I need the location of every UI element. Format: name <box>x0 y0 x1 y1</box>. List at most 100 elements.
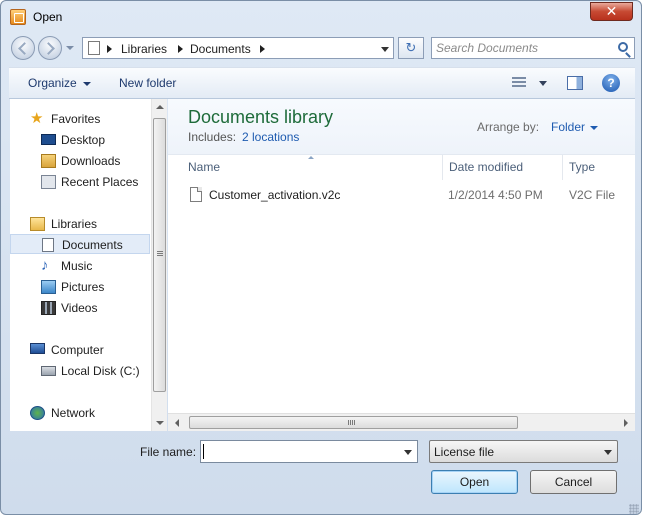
network-globe-icon <box>30 406 45 420</box>
chevron-down-icon <box>590 125 599 130</box>
sidebar-item-label: Pictures <box>61 280 105 294</box>
type-cell: V2C File <box>569 188 616 202</box>
file-name-combo[interactable] <box>200 440 418 463</box>
scrollbar-thumb[interactable] <box>189 416 518 429</box>
sidebar-item-label: Libraries <box>51 217 98 231</box>
arrange-by-dropdown[interactable]: Folder <box>551 120 599 134</box>
organize-label: Organize <box>28 76 77 90</box>
sidebar-item-local-disk[interactable]: Local Disk (C:) <box>10 361 150 381</box>
sidebar-item-videos[interactable]: Videos <box>10 298 150 318</box>
new-folder-button[interactable]: New folder <box>119 76 176 90</box>
documents-icon <box>88 41 100 55</box>
window-title: Open <box>33 10 63 24</box>
star-icon: ★ <box>30 110 44 127</box>
sidebar-item-documents[interactable]: Documents <box>10 234 150 254</box>
forward-button[interactable] <box>38 36 62 60</box>
chevron-down-icon <box>604 450 612 455</box>
column-header-name[interactable]: Name <box>182 155 443 180</box>
locations-link[interactable]: 2 locations <box>242 130 299 144</box>
address-bar[interactable]: Libraries Documents <box>82 37 394 59</box>
music-note-icon: ♪ <box>41 257 49 274</box>
library-title: Documents library <box>188 107 334 127</box>
recent-pages-chevron-down-icon[interactable] <box>66 46 74 50</box>
downloads-folder-icon <box>41 154 56 168</box>
libraries-icon <box>30 217 45 231</box>
scrollbar-grip-icon <box>157 251 163 257</box>
desktop-icon <box>41 134 56 145</box>
recent-places-icon <box>41 175 56 189</box>
sidebar-item-label: Computer <box>51 343 104 357</box>
scrollbar-grip-icon <box>348 420 355 425</box>
sidebar-item-label: Network <box>51 406 96 420</box>
arrange-by-label: Arrange by: <box>477 120 540 134</box>
file-type-value: License file <box>434 445 495 459</box>
organize-button[interactable]: Organize <box>28 76 91 90</box>
scrollbar-thumb[interactable] <box>153 118 166 392</box>
scroll-up-arrow-icon[interactable] <box>156 105 164 109</box>
sidebar-item-label: Music <box>61 259 93 273</box>
address-dropdown-icon[interactable] <box>381 47 389 52</box>
title-bar: Open ✕ <box>1 1 641 31</box>
view-details-icon[interactable] <box>512 77 526 89</box>
film-strip-icon <box>41 301 56 315</box>
scroll-left-arrow-icon[interactable] <box>175 419 179 427</box>
breadcrumb-arrow-icon[interactable] <box>260 45 265 53</box>
sidebar-item-pictures[interactable]: Pictures <box>10 277 150 297</box>
computer-icon <box>30 343 45 354</box>
view-options-chevron-down-icon[interactable] <box>539 81 547 86</box>
chevron-down-icon[interactable] <box>404 450 412 455</box>
breadcrumb-arrow-icon[interactable] <box>107 45 112 53</box>
open-button[interactable]: Open <box>431 470 518 494</box>
search-input[interactable] <box>436 40 608 56</box>
navigation-pane-scrollbar[interactable] <box>151 99 167 431</box>
library-header: Documents library Includes: 2 locations … <box>168 99 635 155</box>
sidebar-item-libraries[interactable]: Libraries <box>10 214 150 234</box>
file-list-horizontal-scrollbar[interactable] <box>168 413 635 431</box>
hard-drive-icon <box>41 366 56 376</box>
includes-label: Includes: <box>188 130 237 144</box>
documents-icon <box>42 238 54 252</box>
search-icon[interactable] <box>618 42 628 52</box>
sidebar-item-downloads[interactable]: Downloads <box>10 151 150 171</box>
scroll-down-arrow-icon[interactable] <box>156 421 164 425</box>
breadcrumb-libraries[interactable]: Libraries <box>121 42 167 56</box>
command-bar: Organize New folder ? <box>9 67 635 99</box>
file-name-label: File name: <box>140 445 197 459</box>
pictures-icon <box>41 280 56 294</box>
file-name-input[interactable] <box>203 444 393 459</box>
sidebar-item-label: Downloads <box>61 154 121 168</box>
refresh-button[interactable]: ↻ <box>398 37 424 59</box>
sidebar-item-label: Recent Places <box>61 175 139 189</box>
sidebar-item-music[interactable]: ♪ Music <box>10 256 150 276</box>
sidebar-item-label: Videos <box>61 301 98 315</box>
breadcrumb-arrow-icon[interactable] <box>178 45 183 53</box>
app-icon <box>10 9 26 25</box>
file-list-pane: Documents library Includes: 2 locations … <box>168 99 635 431</box>
column-header-type[interactable]: Type <box>563 155 635 180</box>
search-box[interactable] <box>431 37 635 59</box>
scroll-right-arrow-icon[interactable] <box>624 419 628 427</box>
column-header-date-modified[interactable]: Date modified <box>443 155 563 180</box>
close-button[interactable]: ✕ <box>590 2 633 21</box>
file-name-cell: Customer_activation.v2c <box>209 188 341 202</box>
sidebar-item-recent-places[interactable]: Recent Places <box>10 172 150 192</box>
sidebar-item-label: Local Disk (C:) <box>61 364 140 378</box>
chevron-down-icon <box>82 81 91 86</box>
sidebar-item-desktop[interactable]: Desktop <box>10 130 150 150</box>
file-type-select[interactable]: License file <box>429 440 618 463</box>
back-button[interactable] <box>11 36 35 60</box>
sidebar-item-label: Documents <box>62 238 123 252</box>
file-icon <box>190 187 202 202</box>
sidebar-item-favorites[interactable]: ★ Favorites <box>10 109 150 129</box>
sidebar-item-computer[interactable]: Computer <box>10 340 150 360</box>
navigation-bar: Libraries Documents ↻ <box>9 34 635 64</box>
table-row[interactable]: Customer_activation.v2c 1/2/2014 4:50 PM… <box>188 184 633 206</box>
breadcrumb-documents[interactable]: Documents <box>190 42 251 56</box>
sidebar-item-network[interactable]: Network <box>10 403 150 423</box>
help-icon[interactable]: ? <box>602 74 620 92</box>
resize-grip-icon[interactable] <box>629 504 639 514</box>
cancel-button[interactable]: Cancel <box>530 470 617 494</box>
dialog-footer: File name: License file Open Cancel <box>1 432 641 514</box>
preview-pane-icon[interactable] <box>567 76 583 90</box>
arrange-by-value: Folder <box>551 120 586 134</box>
